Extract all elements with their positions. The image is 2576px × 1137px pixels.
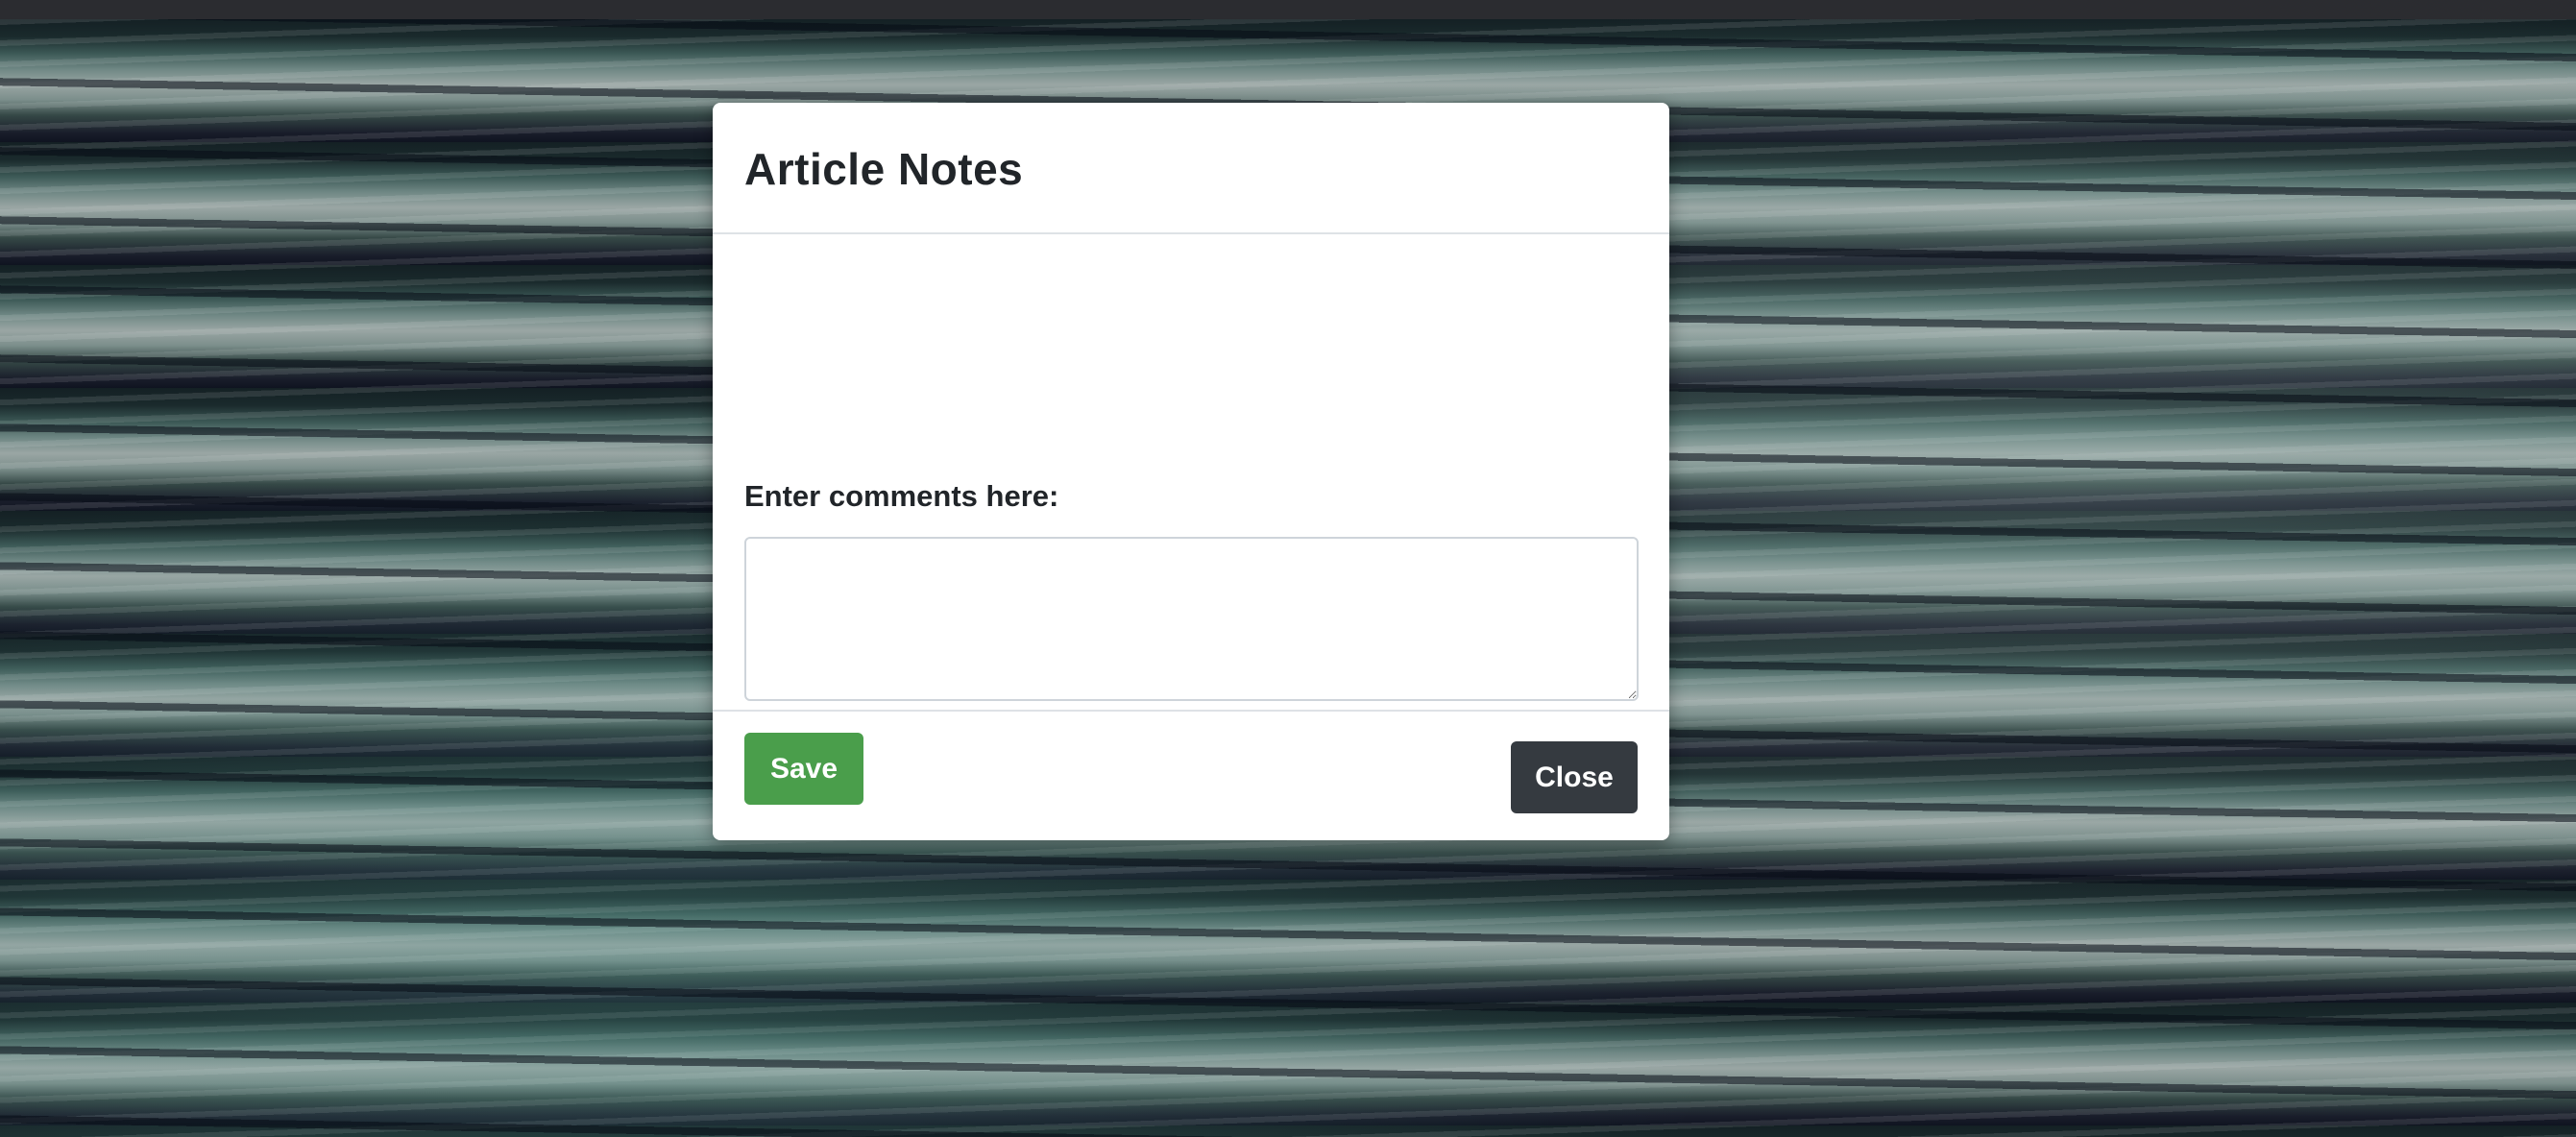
modal-title: Article Notes — [744, 144, 1024, 194]
close-button[interactable]: Close — [1511, 741, 1638, 813]
modal-body: Enter comments here: Save — [713, 234, 1669, 805]
comments-label: Enter comments here: — [744, 479, 1059, 513]
article-notes-modal: Article Notes Enter comments here: Save … — [713, 103, 1669, 840]
modal-header: Article Notes — [713, 103, 1669, 234]
browser-top-bar — [0, 0, 2576, 19]
modal-footer: Close — [713, 712, 1669, 840]
comments-textarea[interactable] — [744, 537, 1639, 701]
